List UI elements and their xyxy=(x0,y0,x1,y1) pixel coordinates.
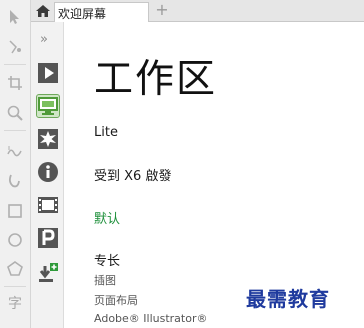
info-icon[interactable] xyxy=(37,161,59,183)
add-tab-button[interactable]: + xyxy=(154,2,170,20)
film-strip-icon[interactable] xyxy=(37,194,59,216)
workspace-option-lite[interactable]: Lite xyxy=(94,125,118,140)
zoom-tool-icon[interactable] xyxy=(4,102,26,124)
download-update-icon[interactable] xyxy=(37,262,59,284)
watermark-logo: 最需教育 xyxy=(246,287,330,311)
toolbox-divider xyxy=(4,286,26,287)
pick-tool-icon[interactable] xyxy=(4,6,26,28)
document-tab-bar: 欢迎屏幕 + xyxy=(31,0,364,22)
specialty-item-adobe-illustrator[interactable]: Adobe® Illustrator® xyxy=(94,312,208,325)
workspace-option-default[interactable]: 默认 xyxy=(94,208,120,227)
get-started-play-icon[interactable] xyxy=(37,62,59,84)
workspace-option-specialty[interactable]: 专长 xyxy=(94,250,120,269)
workspace-option-x6[interactable]: 受到 X6 啟發 xyxy=(94,165,171,184)
ellipse-tool-icon[interactable] xyxy=(4,229,26,251)
text-tool-icon[interactable]: 字 xyxy=(4,292,26,314)
toolbox-divider xyxy=(4,130,26,131)
crop-tool-icon[interactable] xyxy=(4,72,26,94)
specialty-item-illustration[interactable]: 插图 xyxy=(94,272,116,288)
shape-tool-icon[interactable] xyxy=(4,36,26,58)
whats-new-star-icon[interactable] xyxy=(37,128,59,150)
artistic-media-tool-icon[interactable] xyxy=(4,170,26,192)
rectangle-tool-icon[interactable] xyxy=(4,200,26,222)
tab-welcome-screen-label: 欢迎屏幕 xyxy=(58,7,107,21)
workspace-monitor-icon[interactable] xyxy=(36,94,60,118)
specialty-item-page-layout[interactable]: 页面布局 xyxy=(94,292,138,308)
p-parking-icon[interactable] xyxy=(37,227,59,249)
page-title: 工作区 xyxy=(94,57,218,102)
toolbox: 字 xyxy=(0,0,31,328)
home-icon[interactable] xyxy=(35,3,51,19)
collapse-docker-button[interactable]: » xyxy=(40,32,48,47)
welcome-docker-nav: » xyxy=(31,22,64,328)
tab-welcome-screen[interactable]: 欢迎屏幕 xyxy=(54,2,149,22)
polygon-tool-icon[interactable] xyxy=(4,258,26,280)
toolbox-divider xyxy=(4,64,26,65)
freehand-tool-icon[interactable] xyxy=(4,140,26,162)
